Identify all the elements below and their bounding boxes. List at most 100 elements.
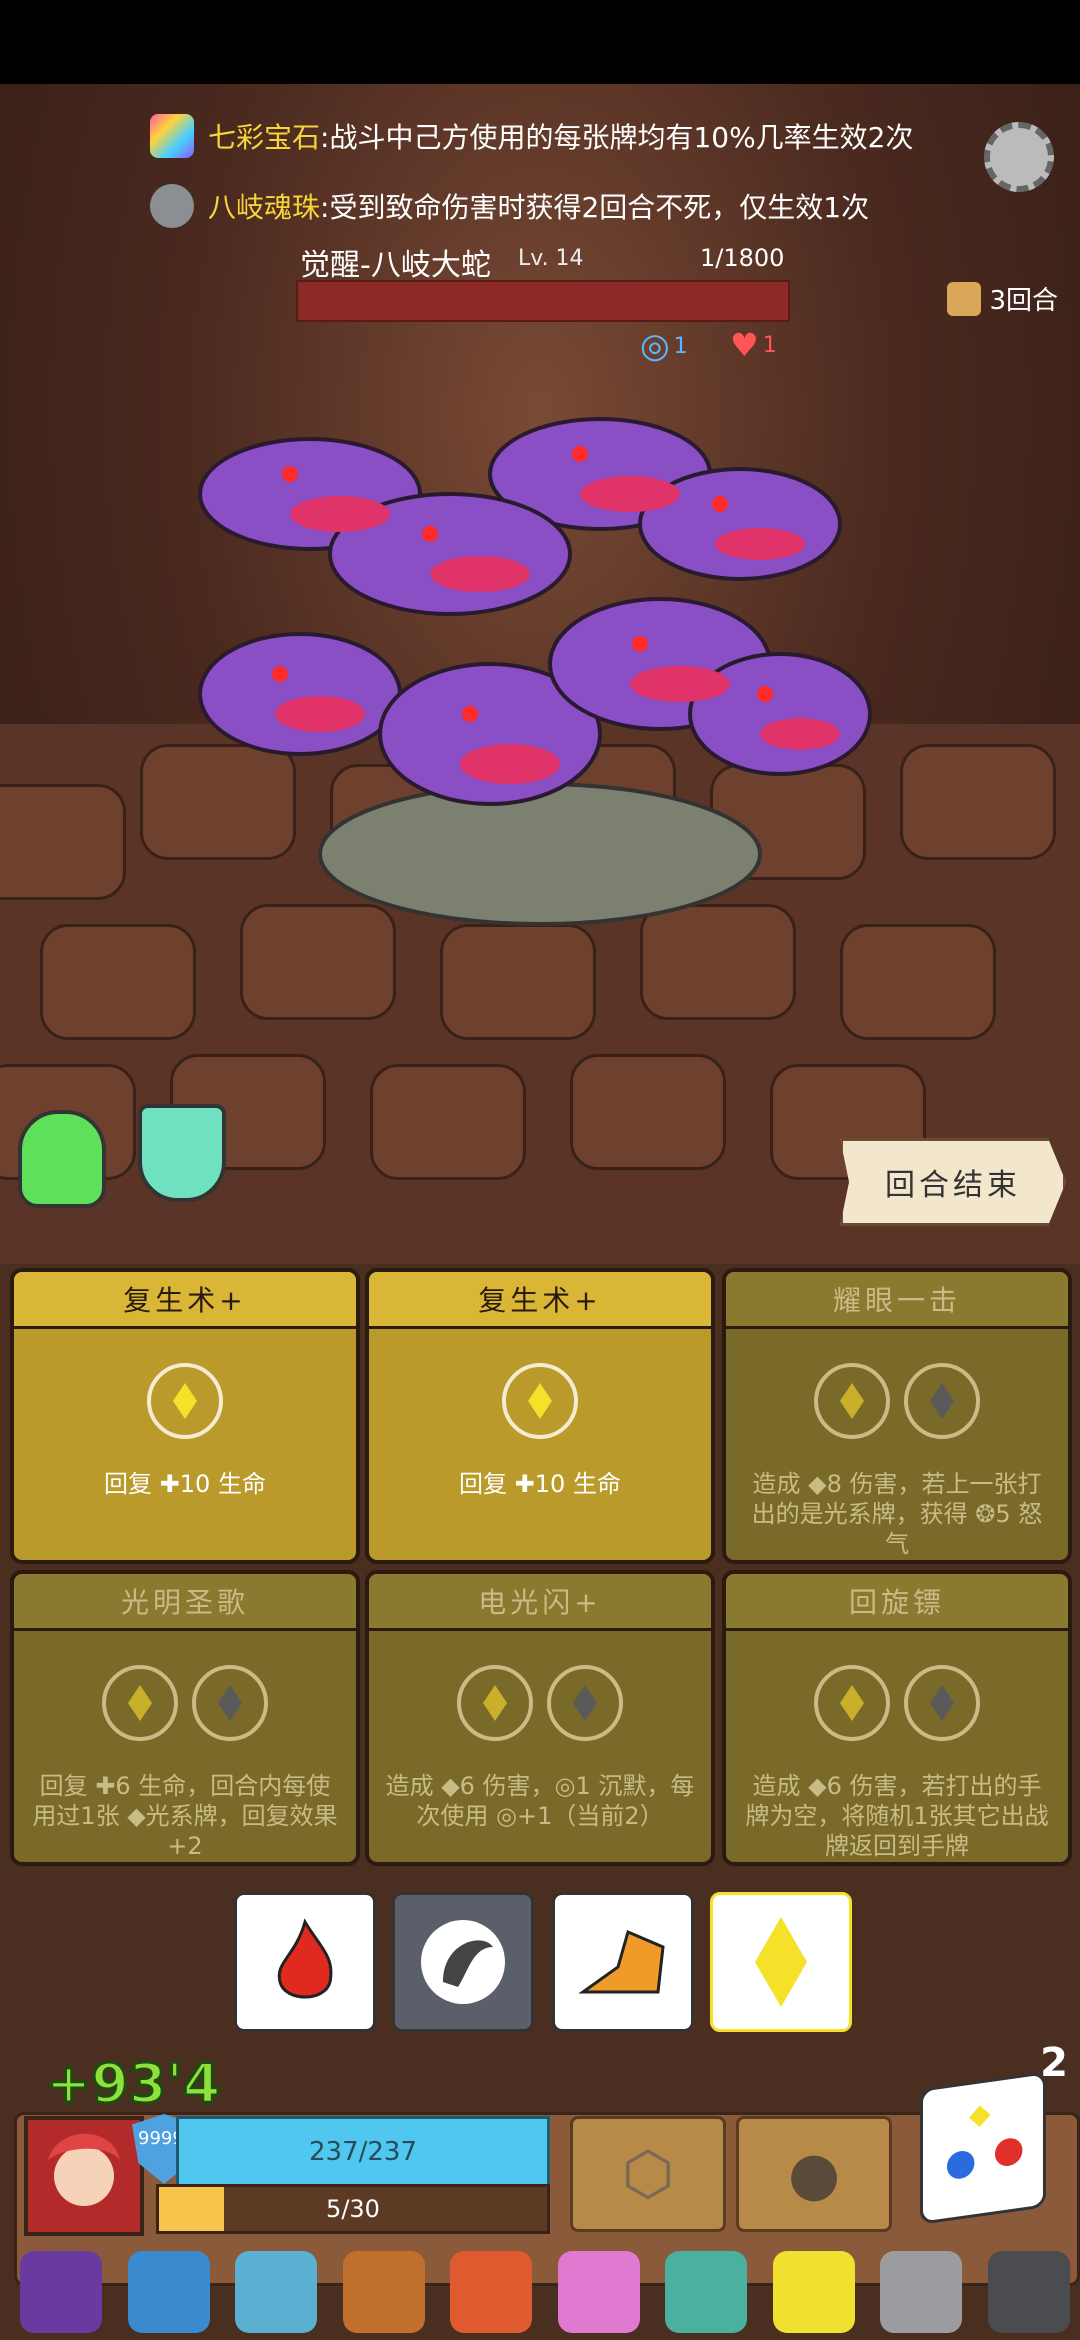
pink-flower-icon[interactable]: [557, 2251, 640, 2333]
crystal-amulet-icon[interactable]: [235, 2251, 318, 2333]
eye-target-icon: ◎: [640, 326, 670, 366]
skill-card[interactable]: 复生术+ 回复 ✚10 生命: [10, 1268, 360, 1564]
gray-diamond-icon: [930, 1383, 954, 1419]
relic-text: :受到致命伤害时获得2回合不死，仅生效1次: [320, 191, 870, 224]
boss-hp-text: 1/1800: [700, 244, 785, 272]
player-hp-bar: 237/237: [176, 2116, 550, 2188]
card-desc: 造成 ◆8 伤害，若上一张打出的是光系牌，获得 ❂5 怒气: [751, 1470, 1043, 1558]
scroll-icon: [947, 281, 982, 316]
item-bar: [20, 2244, 1070, 2340]
floor-tile: [440, 924, 596, 1040]
wizard-hat-icon[interactable]: [20, 2251, 102, 2333]
status-heart[interactable]: ♥ 1: [730, 326, 777, 364]
die-slot: [904, 1363, 980, 1439]
status-bar: [0, 0, 1080, 84]
floor-tile: [0, 784, 126, 900]
skill-card[interactable]: 电光闪+ 造成 ◆6 伤害，◎1 沉默，每次使用 ◎+1（当前2）: [365, 1570, 715, 1866]
earth-die-icon[interactable]: [552, 1892, 694, 2032]
gray-diamond-icon: [930, 1685, 954, 1721]
light-diamond-icon: [840, 1685, 864, 1721]
card-title: 电光闪+: [369, 1574, 711, 1631]
blue-shield-icon[interactable]: [127, 2251, 210, 2333]
avatar[interactable]: [24, 2116, 144, 2236]
round-text: 3回合: [989, 286, 1058, 316]
light-diamond-icon: [128, 1685, 152, 1721]
yellow-die-icon[interactable]: [772, 2251, 855, 2333]
heal-float-text: +93'4: [45, 2051, 222, 2117]
dark-shield-icon[interactable]: [987, 2251, 1070, 2333]
floor-tile: [40, 924, 196, 1040]
status-eye[interactable]: ◎ 1: [640, 326, 688, 366]
relic-name: 七彩宝石: [208, 121, 321, 154]
relic-text: :战斗中己方使用的每张牌均有10%几率生效2次: [320, 121, 914, 154]
water-drop-icon: ●: [945, 2139, 977, 2186]
boss-hp-bar: [296, 280, 790, 322]
light-die-icon[interactable]: [710, 1892, 852, 2032]
card-desc: 回复 ✚10 生命: [459, 1470, 621, 1498]
gray-diamond-icon: [218, 1685, 242, 1721]
light-icon: ◆: [969, 2095, 991, 2132]
rainbow-gem-icon: [150, 114, 194, 158]
light-diamond-icon: [755, 1917, 807, 2007]
flame-icon: ●: [993, 2127, 1025, 2173]
card-desc: 回复 ✚10 生命: [104, 1470, 266, 1498]
die-slot: [904, 1665, 980, 1741]
floor-tile: [840, 924, 996, 1040]
die-slot: [814, 1665, 890, 1741]
floor-tile: [370, 1064, 526, 1180]
pot-equip-slot[interactable]: ●: [736, 2116, 892, 2232]
die-slot: [547, 1665, 623, 1741]
relic-name: 八岐魂珠: [208, 191, 321, 224]
die-equip-slot[interactable]: ⬡: [570, 2116, 726, 2232]
d20-icon: ⬡: [621, 2139, 675, 2209]
energy-bar: 5/30: [156, 2184, 550, 2234]
light-diamond-icon: [483, 1685, 507, 1721]
card-desc: 回复 ✚6 生命，回合内每使用过1张 ◆光系牌，回复效果+2: [32, 1772, 338, 1860]
end-turn-button[interactable]: 回合结束: [840, 1138, 1066, 1226]
skill-card[interactable]: 耀眼一击 造成 ◆8 伤害，若上一张打出的是光系牌，获得 ❂5 怒气: [722, 1268, 1072, 1564]
gray-diamond-icon: [573, 1685, 597, 1721]
status-value: 1: [762, 332, 777, 358]
broken-heart-icon: ♥: [730, 326, 759, 364]
teal-vase-icon[interactable]: [665, 2251, 748, 2333]
round-counter: 3回合: [947, 280, 1058, 317]
relic-row[interactable]: 七彩宝石 :战斗中己方使用的每张牌均有10%几率生效2次: [150, 106, 914, 166]
light-diamond-icon: [528, 1383, 552, 1419]
die-slot: [147, 1363, 223, 1439]
roll-dice-button[interactable]: ● ● ◆: [920, 2071, 1046, 2225]
silver-armor-icon[interactable]: [880, 2251, 963, 2333]
light-diamond-icon: [173, 1383, 197, 1419]
floor-tile: [900, 744, 1056, 860]
skill-card[interactable]: 复生术+ 回复 ✚10 生命: [365, 1268, 715, 1564]
skill-card[interactable]: 光明圣歌 回复 ✚6 生命，回合内每使用过1张 ◆光系牌，回复效果+2: [10, 1570, 360, 1866]
card-title: 回旋镖: [726, 1574, 1068, 1631]
hp-text: 237/237: [308, 2137, 417, 2167]
status-value: 1: [673, 333, 688, 359]
die-slot: [102, 1665, 178, 1741]
hydra-orb-icon: [150, 184, 194, 228]
card-desc: 造成 ◆6 伤害，◎1 沉默，每次使用 ◎+1（当前2）: [385, 1772, 695, 1830]
die-slot: [814, 1363, 890, 1439]
pot-icon: ●: [787, 2139, 841, 2209]
green-potion-icon[interactable]: [18, 1110, 106, 1208]
card-title: 复生术+: [369, 1272, 711, 1329]
die-slot: [457, 1665, 533, 1741]
teal-potion-icon[interactable]: [138, 1104, 226, 1202]
wing-die-icon[interactable]: [392, 1892, 534, 2032]
die-slot: [192, 1665, 268, 1741]
leather-armor-icon[interactable]: [342, 2251, 425, 2333]
energy-text: 5/30: [326, 2195, 380, 2223]
relic-row[interactable]: 八岐魂珠 :受到致命伤害时获得2回合不死，仅生效1次: [150, 176, 869, 236]
die-slot: [502, 1363, 578, 1439]
light-diamond-icon: [840, 1383, 864, 1419]
floor-tile: [570, 1054, 726, 1170]
gear-icon[interactable]: [984, 122, 1054, 192]
boss-level: Lv. 14: [518, 246, 584, 271]
card-title: 光明圣歌: [14, 1574, 356, 1631]
skill-card[interactable]: 回旋镖 造成 ◆6 伤害，若打出的手牌为空，将随机1张其它出战牌返回到手牌: [722, 1570, 1072, 1866]
hydra-boss[interactable]: [180, 414, 900, 934]
card-desc: 造成 ◆6 伤害，若打出的手牌为空，将随机1张其它出战牌返回到手牌: [745, 1772, 1049, 1860]
card-title: 耀眼一击: [726, 1272, 1068, 1329]
fire-die-icon[interactable]: [234, 1892, 376, 2032]
meat-leg-icon[interactable]: [450, 2251, 533, 2333]
